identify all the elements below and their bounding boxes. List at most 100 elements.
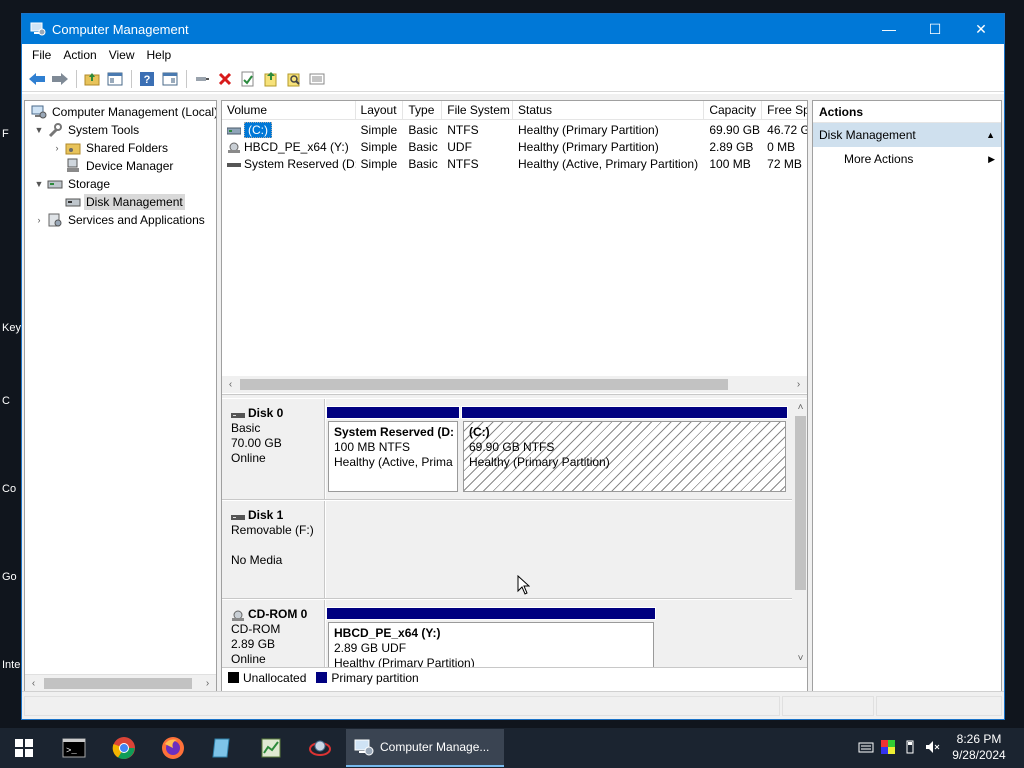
scroll-thumb[interactable] xyxy=(44,678,192,689)
collapse-up-icon[interactable]: ▲ xyxy=(986,123,995,147)
column-header-capacity[interactable]: Capacity xyxy=(704,101,763,120)
show-hide-console-tree-button[interactable] xyxy=(104,68,126,90)
column-header-volume[interactable]: Volume xyxy=(222,101,356,120)
scroll-left-icon[interactable]: ‹ xyxy=(222,376,239,393)
collapsed-chevron-icon[interactable]: › xyxy=(51,143,63,153)
scroll-right-icon[interactable]: › xyxy=(199,675,216,691)
disk-partitions-empty xyxy=(326,501,792,598)
back-button[interactable] xyxy=(26,68,48,90)
tree-item-device-manager[interactable]: Device Manager xyxy=(63,157,175,175)
partition-system-reserved[interactable]: System Reserved (D: 100 MB NTFS Healthy … xyxy=(326,406,460,492)
disk-icon xyxy=(231,409,245,418)
disk-state: Online xyxy=(231,652,266,666)
disk-info-disk-1[interactable]: Disk 1 Removable (F:) No Media xyxy=(222,501,325,598)
up-folder-button[interactable] xyxy=(81,68,103,90)
search-button[interactable] xyxy=(283,68,305,90)
chart-monitor-icon xyxy=(261,738,281,758)
legend-primary-partition: Primary partition xyxy=(331,670,419,685)
partition-c-drive[interactable]: (C:) 69.90 GB NTFS Healthy (Primary Part… xyxy=(461,406,788,492)
mouse-cursor-icon xyxy=(517,575,530,595)
volume-row[interactable]: System Reserved (D:) Simple Basic NTFS H… xyxy=(222,155,807,172)
close-button[interactable]: ✕ xyxy=(958,14,1004,44)
volume-list-horizontal-scrollbar[interactable]: ‹ › xyxy=(222,376,807,393)
disk-row-cdrom-0[interactable]: CD-ROM 0 CD-ROM 2.89 GB Online HBCD_PE_x… xyxy=(222,600,792,667)
taskbar-app-blue[interactable] xyxy=(208,734,236,762)
list-view-button[interactable] xyxy=(306,68,328,90)
disk-view-vertical-scrollbar[interactable]: ˄ ˅ xyxy=(792,399,807,667)
type-cell: Basic xyxy=(408,156,438,171)
partition-name: HBCD_PE_x64 (Y:) xyxy=(334,626,441,640)
scroll-right-icon[interactable]: › xyxy=(790,376,807,393)
volume-row[interactable]: (C:) Simple Basic NTFS Healthy (Primary … xyxy=(222,121,807,138)
taskbar-firefox[interactable] xyxy=(159,734,187,762)
column-header-type[interactable]: Type xyxy=(403,101,443,120)
partition-hbcd-pe[interactable]: HBCD_PE_x64 (Y:) 2.89 GB UDF Healthy (Pr… xyxy=(326,607,656,667)
scroll-thumb[interactable] xyxy=(795,416,806,590)
taskbar-computer-management[interactable]: Computer Manage... xyxy=(346,729,504,767)
usb-device-icon[interactable] xyxy=(902,739,920,758)
volume-cell: System Reserved (D:) xyxy=(222,157,356,171)
taskbar-network-app[interactable] xyxy=(306,734,334,762)
minimize-button[interactable]: — xyxy=(866,14,912,44)
partition-body: System Reserved (D: 100 MB NTFS Healthy … xyxy=(328,421,458,492)
actions-section-disk-management[interactable]: Disk Management ▲ xyxy=(813,123,1001,147)
export-button[interactable] xyxy=(260,68,282,90)
scroll-thumb[interactable] xyxy=(240,379,728,390)
drive-icon xyxy=(226,125,242,135)
column-header-free-space[interactable]: Free Sp xyxy=(762,101,807,120)
properties-button[interactable] xyxy=(237,68,259,90)
forward-arrow-icon xyxy=(52,72,68,85)
keyboard-layout-icon[interactable] xyxy=(858,739,876,758)
computer-management-icon xyxy=(354,739,374,756)
tree-item-storage[interactable]: ▼ Storage xyxy=(33,175,112,193)
volume-row[interactable]: HBCD_PE_x64 (Y:) Simple Basic UDF Health… xyxy=(222,138,807,155)
color-display-icon[interactable] xyxy=(880,739,898,758)
column-header-status[interactable]: Status xyxy=(513,101,705,120)
delete-button[interactable] xyxy=(214,68,236,90)
tree-horizontal-scrollbar[interactable]: ‹ › xyxy=(25,674,216,691)
taskbar-task-manager[interactable] xyxy=(257,734,285,762)
menu-action[interactable]: Action xyxy=(57,48,102,62)
help-button[interactable]: ? xyxy=(136,68,158,90)
expanded-chevron-icon[interactable]: ▼ xyxy=(33,179,45,189)
column-header-layout[interactable]: Layout xyxy=(356,101,404,120)
menu-help[interactable]: Help xyxy=(141,48,178,62)
collapsed-chevron-icon[interactable]: › xyxy=(33,215,45,225)
maximize-button[interactable]: ☐ xyxy=(912,14,958,44)
expanded-chevron-icon[interactable]: ▼ xyxy=(33,125,45,135)
console-tree-icon xyxy=(107,72,123,85)
show-hide-action-pane-button[interactable] xyxy=(159,68,181,90)
menu-file[interactable]: File xyxy=(26,48,57,62)
volume-muted-icon[interactable] xyxy=(924,739,942,758)
taskbar-chrome[interactable] xyxy=(110,734,138,762)
svg-text:>_: >_ xyxy=(66,746,77,756)
tree-item-shared-folders[interactable]: › Shared Folders xyxy=(51,139,170,157)
tree-item-system-tools[interactable]: ▼ System Tools xyxy=(33,121,141,139)
disk-state: Online xyxy=(231,451,266,465)
disk-info-cdrom-0[interactable]: CD-ROM 0 CD-ROM 2.89 GB Online xyxy=(222,600,325,667)
tree-item-computer-management[interactable]: Computer Management (Local) xyxy=(29,103,216,121)
taskbar-clock[interactable]: 8:26 PM 9/28/2024 xyxy=(944,731,1014,763)
title-bar[interactable]: Computer Management — ☐ ✕ xyxy=(22,14,1004,44)
capacity-cell: 100 MB xyxy=(709,156,751,171)
disk-info-disk-0[interactable]: Disk 0 Basic 70.00 GB Online xyxy=(222,399,325,499)
scroll-up-icon[interactable]: ˄ xyxy=(792,399,807,416)
content-area: Computer Management (Local) ▼ System Too… xyxy=(22,94,1004,692)
start-button[interactable] xyxy=(10,734,38,762)
list-view-icon xyxy=(309,73,325,84)
scroll-down-icon[interactable]: ˅ xyxy=(792,650,807,667)
connect-button[interactable] xyxy=(191,68,213,90)
column-header-file-system[interactable]: File System xyxy=(442,101,514,120)
scroll-left-icon[interactable]: ‹ xyxy=(25,675,42,691)
more-actions-item[interactable]: More Actions ▶ xyxy=(813,147,1001,171)
menu-view[interactable]: View xyxy=(103,48,141,62)
tree-item-disk-management[interactable]: Disk Management xyxy=(63,193,185,211)
disk-row-disk-1[interactable]: Disk 1 Removable (F:) No Media xyxy=(222,501,792,599)
pane-splitter[interactable] xyxy=(222,394,807,398)
drive-icon xyxy=(227,159,241,169)
layout-cell: Simple xyxy=(360,139,398,154)
forward-button[interactable] xyxy=(49,68,71,90)
disk-row-disk-0[interactable]: Disk 0 Basic 70.00 GB Online System Rese… xyxy=(222,399,792,500)
tree-item-services-and-applications[interactable]: › Services and Applications xyxy=(33,211,207,229)
taskbar-command-prompt[interactable]: >_ xyxy=(60,734,88,762)
